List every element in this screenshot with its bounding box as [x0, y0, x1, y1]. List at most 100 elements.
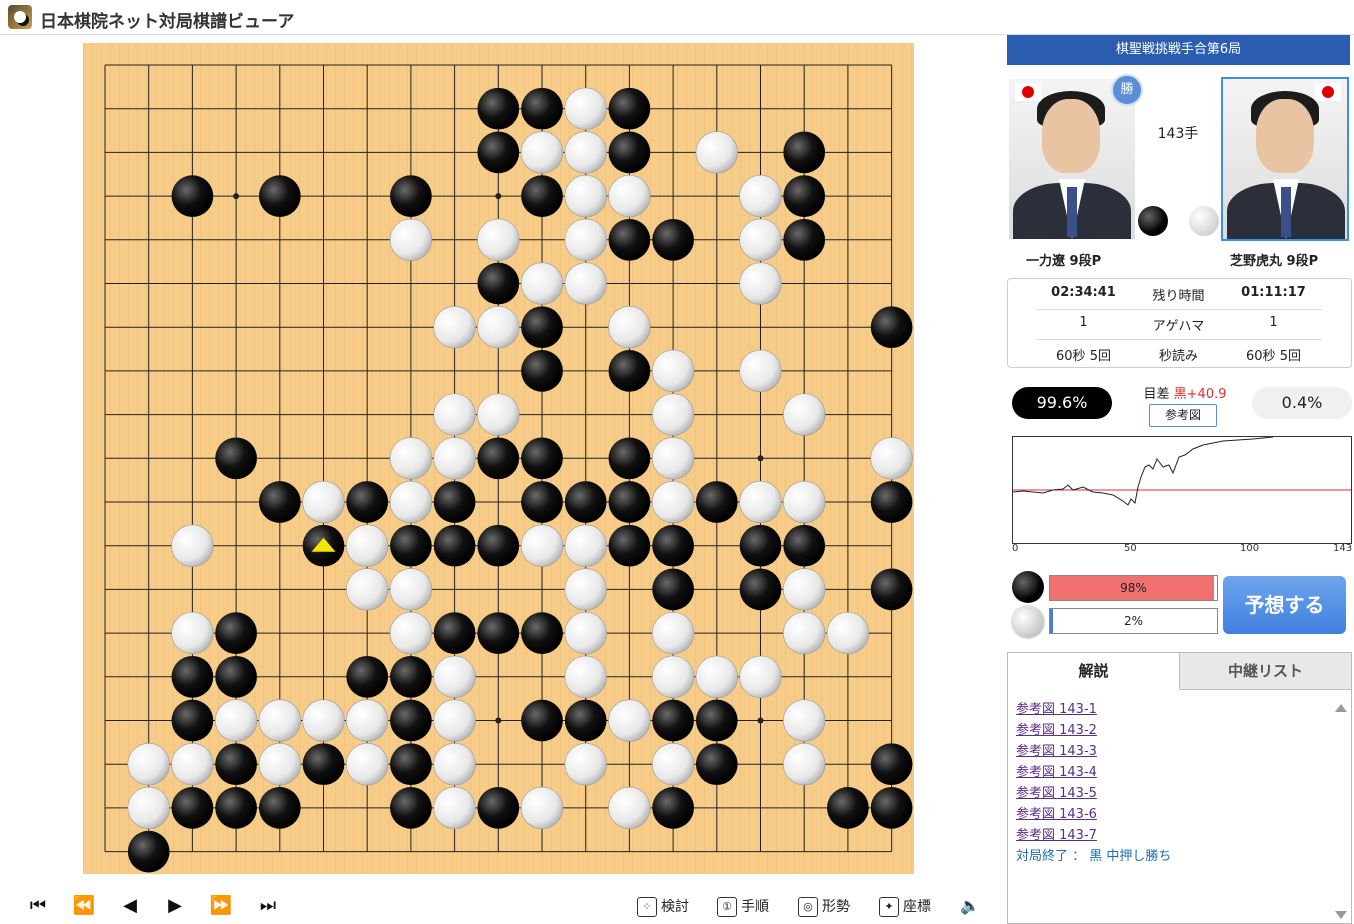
win-badge: 勝	[1111, 74, 1143, 106]
coordinates-button[interactable]: ✦ 座標	[879, 896, 931, 918]
next-move-icon[interactable]: ▶	[161, 894, 189, 918]
black-stone	[171, 699, 214, 742]
black-captures: 1	[1079, 315, 1088, 330]
commentary-link[interactable]: 参考図 143-5	[1016, 783, 1326, 804]
black-stone	[390, 524, 432, 567]
black-stone	[608, 437, 651, 480]
white-stone	[171, 743, 214, 786]
black-stone	[433, 481, 476, 523]
white-stone	[346, 568, 389, 611]
predict-button[interactable]: 予想する	[1223, 576, 1346, 634]
black-player-photo	[1009, 79, 1135, 239]
white-stone	[739, 218, 782, 261]
board-grid[interactable]	[83, 43, 914, 874]
black-stone	[521, 87, 563, 130]
commentary-link[interactable]: 参考図 143-6	[1016, 804, 1326, 825]
white-stone	[695, 655, 738, 698]
white-stone	[520, 524, 564, 567]
white-stone	[127, 743, 170, 786]
white-stone	[783, 393, 826, 436]
white-stone	[302, 699, 345, 742]
commentary-link[interactable]: 参考図 143-1	[1016, 699, 1326, 720]
white-stone	[608, 786, 651, 830]
black-stone	[652, 787, 694, 829]
white-stone	[651, 480, 695, 524]
white-stone	[564, 174, 607, 218]
black-stone	[171, 175, 214, 217]
black-stone	[171, 655, 214, 698]
black-stone	[346, 655, 389, 698]
black-stone	[870, 787, 913, 829]
white-byoyomi: 60秒 5回	[1246, 349, 1301, 364]
graph-tick: 143	[1333, 543, 1353, 554]
white-stone	[739, 655, 782, 698]
territory-button[interactable]: ◎ 形勢	[798, 896, 850, 918]
commentary-link[interactable]: 参考図 143-3	[1016, 741, 1326, 762]
prev-move-icon[interactable]: ◀	[116, 894, 144, 918]
black-stone	[390, 699, 432, 742]
white-stone	[171, 611, 214, 655]
review-label: 検討	[661, 899, 689, 915]
reference-diagram-button[interactable]: 参考図	[1149, 404, 1217, 427]
black-stone	[521, 699, 563, 742]
black-stone-icon	[1138, 206, 1168, 236]
white-winrate: 0.4%	[1252, 387, 1352, 419]
white-stone	[520, 131, 564, 174]
black-stone	[652, 568, 694, 611]
black-winrate: 99.6%	[1012, 387, 1112, 419]
commentary-link[interactable]: 参考図 143-4	[1016, 762, 1326, 783]
white-stone	[564, 743, 607, 786]
black-stone	[783, 131, 826, 174]
white-stone	[783, 568, 826, 611]
last-move-icon[interactable]: ⏭	[254, 894, 282, 918]
fast-forward-icon[interactable]: ⏩	[207, 894, 235, 918]
match-title: 棋聖戦挑戦手合第6局	[1007, 35, 1350, 65]
review-button[interactable]: ⁘ 検討	[637, 896, 689, 918]
white-stone	[389, 437, 433, 480]
sound-icon[interactable]: 🔈	[956, 894, 984, 918]
white-stone	[783, 743, 826, 786]
black-stone	[215, 655, 257, 698]
white-stone	[651, 743, 695, 786]
scroll-up-icon[interactable]	[1335, 704, 1347, 712]
move-order-icon: ①	[717, 897, 737, 917]
coordinates-label: 座標	[903, 899, 931, 915]
white-stone-icon	[1189, 206, 1219, 236]
score-diff: 目差 黒+40.9	[1130, 383, 1240, 402]
black-stone	[477, 437, 520, 480]
commentary-link[interactable]: 参考図 143-7	[1016, 825, 1326, 846]
white-stone	[564, 218, 607, 261]
black-stone	[652, 218, 694, 261]
black-stone	[521, 481, 563, 523]
white-stone	[651, 655, 695, 698]
commentary-list: 参考図 143-1 参考図 143-2 参考図 143-3 参考図 143-4 …	[1016, 699, 1326, 867]
black-stone	[390, 175, 432, 217]
black-stone	[783, 524, 826, 567]
black-stone	[127, 830, 170, 873]
black-stone	[521, 350, 563, 392]
tab-commentary[interactable]: 解説	[1008, 653, 1180, 689]
scroll-down-icon[interactable]	[1335, 911, 1347, 919]
black-stone	[695, 743, 738, 786]
move-order-button[interactable]: ① 手順	[717, 896, 769, 918]
info-tabs: 解説 中継リスト 参考図 143-1 参考図 143-2 参考図 143-3 参…	[1007, 652, 1352, 924]
white-stone	[477, 218, 520, 261]
go-board[interactable]	[83, 43, 914, 874]
tab-relay-list[interactable]: 中継リスト	[1180, 653, 1351, 690]
black-stone	[783, 175, 826, 217]
white-stone	[651, 393, 695, 436]
graph-tick: 100	[1240, 543, 1260, 554]
white-stone	[564, 611, 607, 655]
fast-back-icon[interactable]: ⏪	[70, 894, 98, 918]
black-stone	[390, 655, 432, 698]
commentary-link[interactable]: 参考図 143-2	[1016, 720, 1326, 741]
star-point	[495, 193, 502, 200]
black-stone	[695, 699, 738, 742]
winrate-graph[interactable]	[1012, 436, 1352, 544]
first-move-icon[interactable]: ⏮	[24, 894, 52, 918]
review-icon: ⁘	[637, 897, 657, 917]
captures-label: アゲハマ	[1152, 319, 1205, 334]
score-label: 目差	[1143, 387, 1170, 402]
black-stone	[870, 743, 913, 786]
black-stone	[695, 481, 738, 523]
